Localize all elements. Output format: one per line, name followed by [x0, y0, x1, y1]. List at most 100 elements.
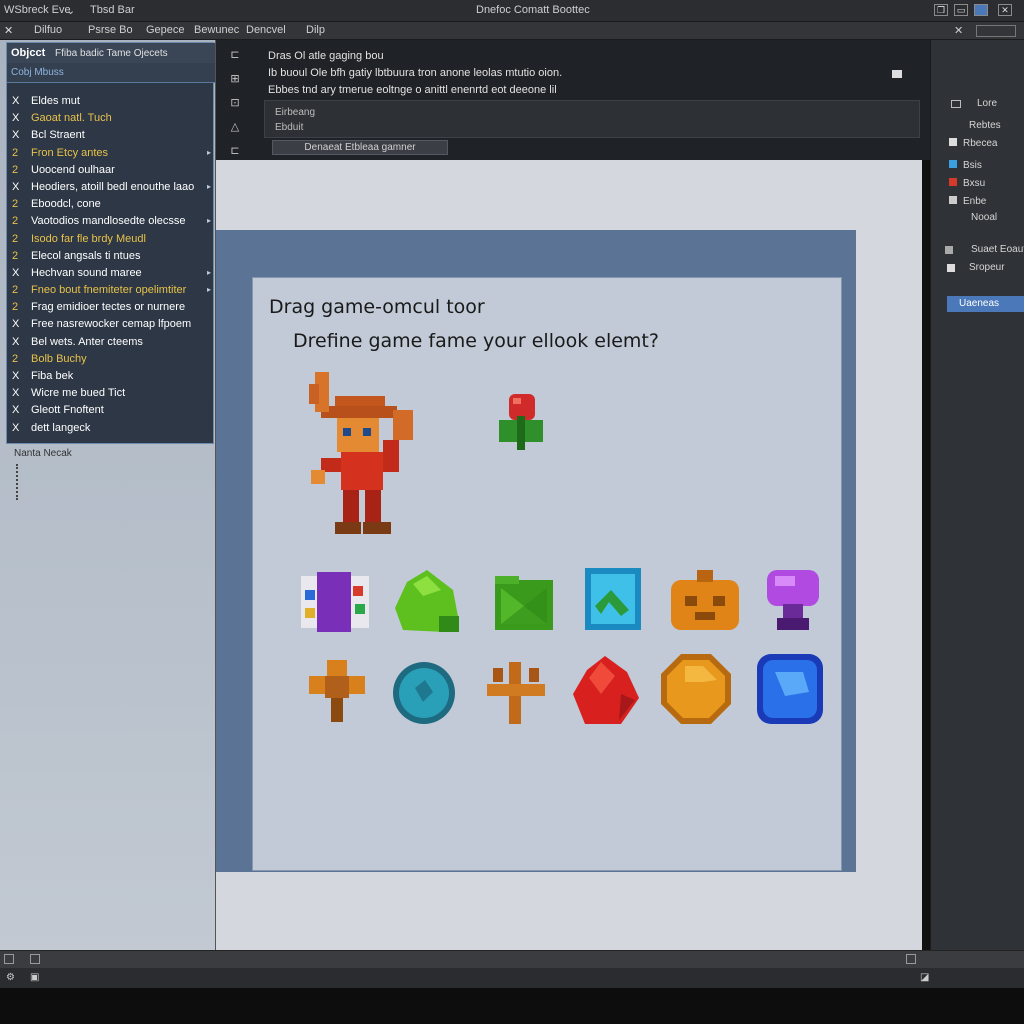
- app-menu-label[interactable]: WSbreck Eve: [4, 4, 71, 16]
- gold-coin-sprite[interactable]: [659, 652, 733, 726]
- tree-item-marker: 2: [12, 249, 19, 262]
- layer-color-red-icon[interactable]: [949, 178, 957, 186]
- tree-item-marker: 2: [12, 163, 19, 176]
- tree-item[interactable]: 2 Fneo bout fnemiteter opelimtiter ▸: [7, 282, 215, 299]
- toolbar-label[interactable]: Tbsd Bar: [90, 4, 135, 16]
- tree-item-label: Gleott Fnoftent: [31, 404, 104, 417]
- purple-mushroom-sprite[interactable]: [765, 566, 821, 632]
- layers-item-4[interactable]: Bxsu: [963, 178, 985, 189]
- menu-item-help[interactable]: Dilp: [306, 24, 325, 36]
- toolbar-triangle-icon[interactable]: △: [226, 118, 244, 136]
- property-field[interactable]: Eirbeang Ebduit: [264, 100, 920, 138]
- layers-item-5[interactable]: Enbe: [963, 196, 986, 207]
- close-tab-icon[interactable]: ✕: [4, 24, 13, 37]
- resize-handle[interactable]: [16, 464, 18, 500]
- preview-icon[interactable]: [892, 70, 902, 78]
- layers-item-8[interactable]: Sropeur: [969, 262, 1005, 273]
- generate-button[interactable]: Denaeat Etbleaa gamner: [272, 140, 448, 155]
- notifications-icon[interactable]: ◪: [920, 972, 929, 983]
- canvas-subtitle: Drefine game fame your ellook elemt?: [293, 330, 659, 352]
- tree-item-label: Bcl Straent: [31, 129, 85, 142]
- expand-arrow-icon[interactable]: ▸: [207, 285, 211, 294]
- property-heading: Dras Ol atle gaging bou: [268, 50, 384, 62]
- chevron-down-icon[interactable]: ⌄: [66, 4, 75, 17]
- green-bush-sprite[interactable]: [393, 568, 463, 634]
- teal-orb-sprite[interactable]: [391, 658, 457, 728]
- tree-item[interactable]: X Eldes mut: [7, 93, 215, 110]
- tree-item[interactable]: X Free nasrewocker cemap lfpoem: [7, 316, 215, 333]
- status-layout-icon[interactable]: [30, 954, 40, 964]
- maximize-icon[interactable]: [974, 4, 988, 16]
- panel-options-icon[interactable]: [976, 25, 1016, 37]
- close-icon[interactable]: ✕: [998, 4, 1012, 16]
- green-block-sprite[interactable]: [493, 574, 555, 632]
- layers-item-3[interactable]: Bsis: [963, 160, 982, 171]
- blue-gem-sprite[interactable]: [755, 652, 825, 726]
- tree-item-marker: X: [12, 266, 20, 279]
- tree-item-label: Elecol angsals ti ntues: [31, 249, 141, 262]
- tree-item[interactable]: X Gleott Fnoftent: [7, 402, 215, 419]
- layer-color-blue-icon[interactable]: [949, 160, 957, 168]
- tree-item[interactable]: 2 Frag emidioer tectes or nurnere: [7, 299, 215, 316]
- minimize-icon[interactable]: ▭: [954, 4, 968, 16]
- layers-panel: Lore Rebtes Rbecea Bsis Bxsu Enbe Nooal …: [930, 40, 1024, 950]
- settings-icon[interactable]: ⚙: [6, 972, 15, 983]
- red-crystal-sprite[interactable]: [571, 654, 641, 726]
- toolbar-grid-icon[interactable]: ⊞: [226, 70, 244, 88]
- layer-visible-icon[interactable]: [949, 138, 957, 146]
- layers-item-selected[interactable]: Uaeneas: [947, 296, 1024, 312]
- layer-color-gray-icon[interactable]: [949, 196, 957, 204]
- toolbar-crop-icon[interactable]: ⊏: [226, 142, 244, 160]
- layers-item-0[interactable]: Lore: [977, 98, 997, 109]
- tree-item[interactable]: 2 Bolb Buchy: [7, 351, 215, 368]
- blue-tile-sprite[interactable]: [583, 566, 643, 632]
- console-icon[interactable]: ▣: [30, 972, 39, 983]
- status-expand-icon[interactable]: [906, 954, 916, 964]
- tree-item[interactable]: 2 Fron Etcy antes ▸: [7, 145, 215, 162]
- game-canvas[interactable]: Drag game-omcul toor Drefine game fame y…: [252, 277, 842, 871]
- menu-item-edit[interactable]: Psrse Bo: [88, 24, 133, 36]
- toolbar-move-icon[interactable]: ⊏: [226, 46, 244, 64]
- objects-search-label: Cobj Mbuss: [11, 67, 64, 78]
- tree-item[interactable]: X Bel wets. Anter cteems: [7, 334, 215, 351]
- expand-arrow-icon[interactable]: ▸: [207, 182, 211, 191]
- tree-item[interactable]: X Heodiers, atoill bedl enouthe laao ▸: [7, 179, 215, 196]
- tree-item[interactable]: X Hechvan sound maree ▸: [7, 265, 215, 282]
- tree-item[interactable]: X Fiba bek: [7, 368, 215, 385]
- berry-sprite[interactable]: [497, 390, 547, 452]
- tree-item[interactable]: X Gaoat natl. Tuch: [7, 110, 215, 127]
- tree-item[interactable]: 2 Vaotodios mandlosedte olecsse ▸: [7, 213, 215, 230]
- tree-item[interactable]: 2 Elecol angsals ti ntues: [7, 248, 215, 265]
- menu-item-view[interactable]: Gepece: [146, 24, 185, 36]
- menu-item-debug[interactable]: Dencvel: [246, 24, 286, 36]
- layers-item-7[interactable]: Suaet Eoaut: [971, 244, 1024, 255]
- layers-toggle-icon[interactable]: [951, 100, 961, 108]
- tree-item[interactable]: Xdett langeck: [7, 420, 215, 437]
- orange-chest-sprite[interactable]: [667, 568, 743, 636]
- menu-item-build[interactable]: Bewunec: [194, 24, 239, 36]
- layers-item-6[interactable]: Nooal: [971, 212, 997, 223]
- tree-item-label: Heodiers, atoill bedl enouthe laao: [31, 180, 195, 193]
- purple-crate-sprite[interactable]: [299, 570, 371, 634]
- bronze-flower-sprite[interactable]: [307, 658, 367, 724]
- tree-item[interactable]: 2 Eboodcl, cone: [7, 196, 215, 213]
- tree-item[interactable]: 2 Uoocend oulhaar: [7, 162, 215, 179]
- expand-arrow-icon[interactable]: ▸: [207, 216, 211, 225]
- expand-arrow-icon[interactable]: ▸: [207, 268, 211, 277]
- toolbar-image-icon[interactable]: ⊡: [226, 94, 244, 112]
- tree-item[interactable]: 2 Isodo far fle brdy Meudl: [7, 231, 215, 248]
- restore-icon[interactable]: ❐: [934, 4, 948, 16]
- layers-item-1[interactable]: Rebtes: [969, 120, 1001, 131]
- expand-arrow-icon[interactable]: ▸: [207, 148, 211, 157]
- tree-item[interactable]: X Bcl Straent: [7, 127, 215, 144]
- objects-panel-box: Objcct Ffiba badic Tame Ojecets Cobj Mbu…: [6, 42, 215, 444]
- tree-item[interactable]: X Wicre me bued Tict: [7, 385, 215, 402]
- objects-search-bar[interactable]: Cobj Mbuss: [7, 63, 215, 83]
- hero-sprite[interactable]: [301, 370, 417, 538]
- title-bar: WSbreck Eve ⌄ Tbsd Bar Dnefoc Comatt Boo…: [0, 0, 1024, 22]
- menu-item-file[interactable]: Dilfuo: [34, 24, 62, 36]
- status-toggle-icon[interactable]: [4, 954, 14, 964]
- layers-item-2[interactable]: Rbecea: [963, 138, 997, 149]
- wood-cross-sprite[interactable]: [485, 660, 547, 726]
- panel-close-icon[interactable]: ✕: [954, 24, 963, 37]
